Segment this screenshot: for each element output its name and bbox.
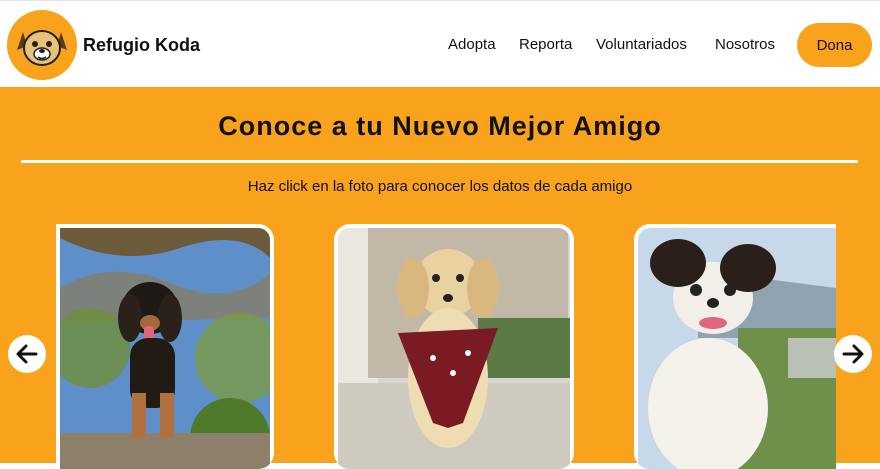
nav-link-nosotros[interactable]: Nosotros (715, 36, 775, 53)
nav-link-voluntariados[interactable]: Voluntariados (596, 36, 687, 53)
carousel-next-button[interactable] (834, 335, 872, 373)
brand-name[interactable]: Refugio Koda (83, 35, 200, 56)
dog-card-1[interactable] (56, 224, 274, 469)
dog-photo-3[interactable] (638, 228, 836, 469)
site-header: Refugio Koda Adopta Reporta Voluntariado… (0, 0, 880, 87)
arrow-right-icon (842, 344, 864, 364)
dog-logo-icon[interactable] (7, 10, 77, 80)
hero-section: Conoce a tu Nuevo Mejor Amigo Haz click … (0, 87, 880, 469)
arrow-left-icon (16, 344, 38, 364)
page-title: Conoce a tu Nuevo Mejor Amigo (218, 111, 662, 141)
dog-photo-1[interactable] (60, 228, 270, 469)
dog-card-2[interactable] (334, 224, 574, 469)
dog-card-3[interactable] (634, 224, 836, 469)
title-divider (21, 160, 858, 163)
carousel-prev-button[interactable] (8, 335, 46, 373)
donate-button[interactable]: Dona (797, 23, 872, 67)
dog-photo-2[interactable] (338, 228, 570, 469)
nav-link-reporta[interactable]: Reporta (519, 36, 572, 53)
page-subtitle: Haz click en la foto para conocer los da… (247, 178, 633, 195)
nav-link-adopta[interactable]: Adopta (448, 36, 496, 53)
